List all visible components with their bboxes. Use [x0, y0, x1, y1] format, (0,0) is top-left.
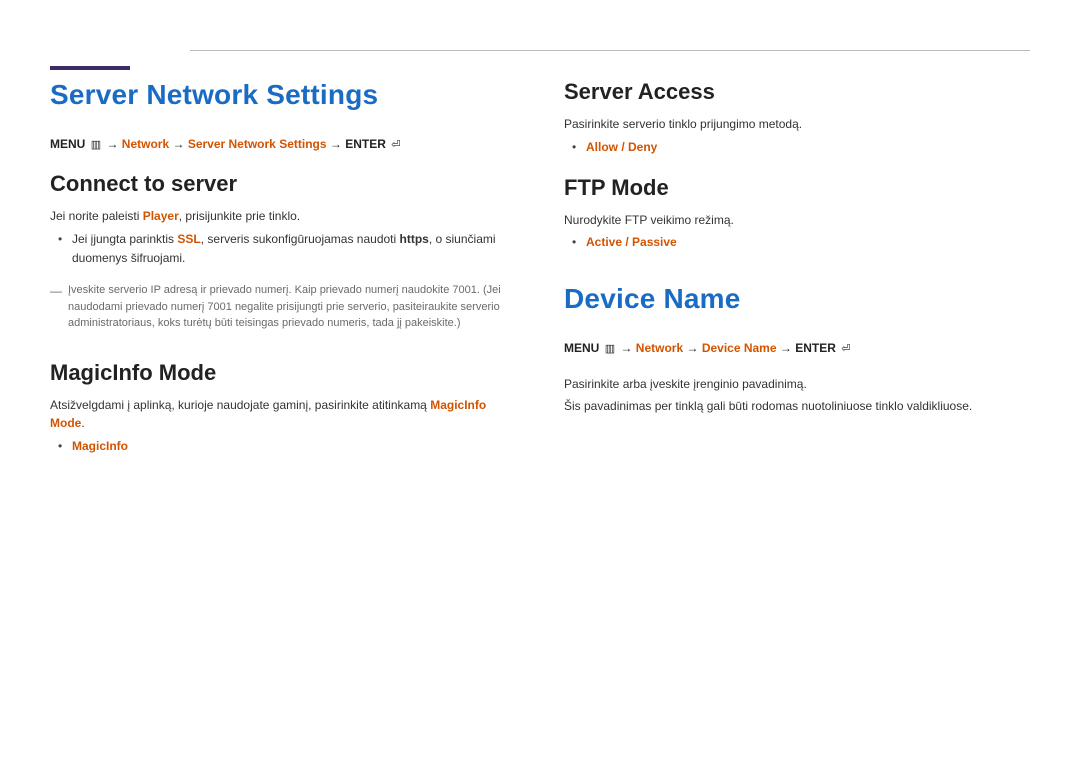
text: Atsižvelgdami į aplinką, kurioje naudoja… [50, 398, 430, 412]
menu-icon: ▥ [605, 342, 615, 355]
heading-ftp-mode: FTP Mode [564, 175, 1030, 201]
connect-note: Įveskite serverio IP adresą ir prievado … [68, 282, 516, 332]
list-item: MagicInfo [72, 437, 516, 456]
list-item: Jei įjungta parinktis SSL, serveris suko… [72, 230, 516, 268]
right-column: Server Access Pasirinkite serverio tinkl… [564, 79, 1030, 464]
bc-arrow: → [780, 341, 792, 355]
text: , serveris sukonfigūruojamas naudoti [201, 232, 400, 246]
bc-menu: MENU [564, 341, 599, 355]
bc-enter: ENTER [795, 341, 836, 355]
server-access-bullets: Allow / Deny [564, 138, 1030, 157]
bc-network: Network [636, 341, 683, 355]
text: Jei norite paleisti [50, 209, 143, 223]
https-term: https [400, 232, 429, 246]
bc-arrow: → [330, 137, 342, 151]
ftp-mode-bullets: Active / Passive [564, 233, 1030, 252]
server-access-desc: Pasirinkite serverio tinklo prijungimo m… [564, 115, 1030, 134]
device-name-desc1: Pasirinkite arba įveskite įrenginio pava… [564, 375, 1030, 394]
text: Jei įjungta parinktis [72, 232, 177, 246]
ftp-mode-desc: Nurodykite FTP veikimo režimą. [564, 211, 1030, 230]
bc-server-network-settings: Server Network Settings [188, 137, 327, 151]
bc-device-name: Device Name [702, 341, 777, 355]
enter-icon: ⏎ [391, 138, 400, 151]
breadcrumb-server-network: MENU ▥ → Network → Server Network Settin… [50, 137, 516, 151]
magicinfo-option: MagicInfo [72, 439, 128, 453]
bc-network: Network [122, 137, 169, 151]
bc-arrow: → [106, 137, 118, 151]
list-item: Allow / Deny [586, 138, 1030, 157]
player-term: Player [143, 209, 179, 223]
header-divider [190, 50, 1030, 51]
allow-deny-option: Allow / Deny [586, 140, 657, 154]
menu-icon: ▥ [91, 138, 101, 151]
heading-server-network-settings: Server Network Settings [50, 79, 516, 111]
magicinfo-bullets: MagicInfo [50, 437, 516, 456]
text: , prisijunkite prie tinklo. [179, 209, 300, 223]
connect-desc: Jei norite paleisti Player, prisijunkite… [50, 207, 516, 226]
note-dash-icon: ― [50, 282, 62, 342]
heading-magicinfo-mode: MagicInfo Mode [50, 360, 516, 386]
breadcrumb-device-name: MENU ▥ → Network → Device Name → ENTER ⏎ [564, 341, 1030, 355]
active-passive-option: Active / Passive [586, 235, 677, 249]
left-column: Server Network Settings MENU ▥ → Network… [50, 79, 516, 464]
enter-icon: ⏎ [841, 342, 850, 355]
device-name-desc2: Šis pavadinimas per tinklą gali būti rod… [564, 397, 1030, 416]
list-item: Active / Passive [586, 233, 1030, 252]
bc-enter: ENTER [345, 137, 386, 151]
ssl-term: SSL [177, 232, 200, 246]
bc-arrow: → [172, 137, 184, 151]
bc-arrow: → [620, 341, 632, 355]
bc-arrow: → [686, 341, 698, 355]
heading-device-name: Device Name [564, 283, 1030, 315]
connect-bullets: Jei įjungta parinktis SSL, serveris suko… [50, 230, 516, 268]
heading-connect-to-server: Connect to server [50, 171, 516, 197]
bc-menu: MENU [50, 137, 85, 151]
heading-server-access: Server Access [564, 79, 1030, 105]
page-tab-indicator [50, 66, 130, 70]
text: . [81, 416, 84, 430]
magicinfo-desc: Atsižvelgdami į aplinką, kurioje naudoja… [50, 396, 516, 433]
